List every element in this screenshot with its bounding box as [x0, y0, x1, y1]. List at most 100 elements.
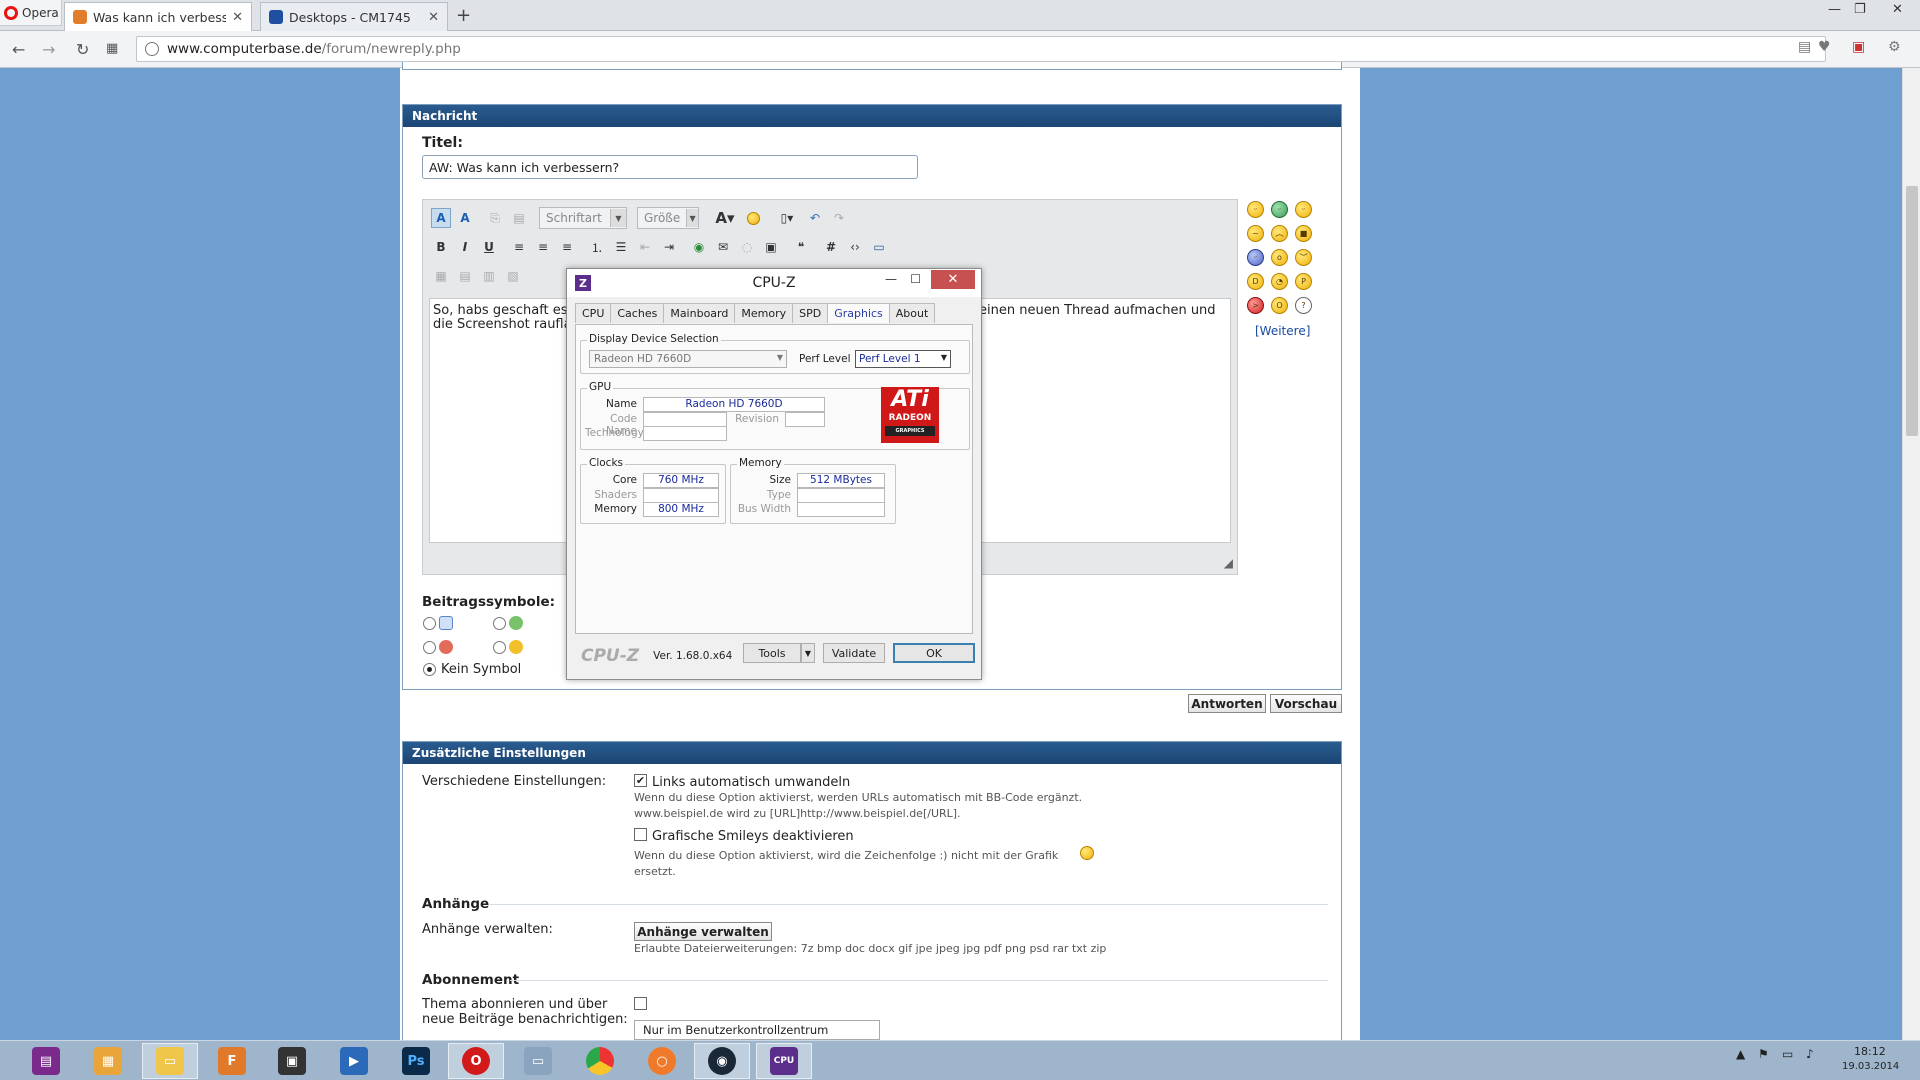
taskbar-chrome[interactable]: [572, 1043, 628, 1079]
surprised-icon[interactable]: O: [1271, 297, 1288, 314]
titel-input[interactable]: AW: Was kann ich verbessern?: [422, 155, 918, 179]
blue-smiley-icon[interactable]: ᵕ: [1247, 249, 1264, 266]
taskbar-cpuz[interactable]: CPU: [756, 1043, 812, 1079]
ordered-list-icon[interactable]: ⒈: [587, 237, 607, 257]
link-icon[interactable]: ◉: [689, 237, 709, 257]
tab-caches[interactable]: Caches: [610, 303, 665, 323]
help-smiley-icon[interactable]: ?: [1295, 297, 1312, 314]
extension-2-icon[interactable]: ⚙: [1888, 39, 1901, 55]
tab-about[interactable]: About: [888, 303, 936, 323]
unordered-list-icon[interactable]: ☰: [611, 237, 631, 257]
opera-menu-button[interactable]: Opera: [0, 0, 62, 26]
php-icon[interactable]: ▭: [869, 237, 889, 257]
table-props-icon[interactable]: ▧: [503, 266, 523, 286]
paste-options-icon[interactable]: ▯▾: [773, 208, 801, 228]
wink-icon[interactable]: ᵕ: [1295, 201, 1312, 218]
post-icon-option-4[interactable]: [493, 640, 523, 654]
tray-expand-icon[interactable]: ▲: [1736, 1047, 1745, 1061]
resize-grip-icon[interactable]: ◢: [1224, 556, 1233, 570]
taskbar-media-player[interactable]: ▶: [326, 1043, 382, 1079]
speed-dial-icon[interactable]: ▦: [106, 41, 118, 56]
hash-icon[interactable]: #: [821, 237, 841, 257]
close-tab-icon[interactable]: ✕: [428, 10, 439, 25]
tab-spd[interactable]: SPD: [792, 303, 829, 323]
taskbar-steam[interactable]: ◉: [694, 1043, 750, 1079]
quote-icon[interactable]: ❝: [791, 237, 811, 257]
smileys-checkbox[interactable]: [634, 828, 647, 841]
more-smilies-link[interactable]: [Weitere]: [1255, 324, 1310, 338]
restore-icon[interactable]: ❐: [1854, 2, 1866, 17]
clock-date[interactable]: 19.03.2014: [1842, 1061, 1899, 1072]
post-icon-option-2[interactable]: [493, 616, 523, 630]
close-tab-icon[interactable]: ✕: [232, 10, 243, 25]
outdent-icon[interactable]: ⇤: [635, 237, 655, 257]
tab-mainboard[interactable]: Mainboard: [663, 303, 736, 323]
manage-attachments-button[interactable]: Anhänge verwalten: [634, 922, 772, 941]
reply-button[interactable]: Antworten: [1188, 694, 1266, 713]
redo-icon[interactable]: ↷: [829, 208, 849, 228]
copy-icon[interactable]: ⎘: [485, 208, 505, 228]
image-icon[interactable]: ▣: [761, 237, 781, 257]
wysiwyg-mode-icon[interactable]: A: [431, 208, 451, 228]
radio-selected[interactable]: [423, 663, 436, 676]
font-family-combo[interactable]: Schriftart ▼: [539, 207, 627, 229]
taskbar-store[interactable]: ▦: [80, 1043, 136, 1079]
rolleyes-icon[interactable]: ◔: [1271, 273, 1288, 290]
tools-button[interactable]: Tools: [743, 643, 801, 663]
font-size-combo[interactable]: Größe ▼: [637, 207, 699, 229]
network-icon[interactable]: ▭: [1782, 1047, 1793, 1061]
reload-icon[interactable]: ↻: [76, 40, 89, 59]
post-icon-option-1[interactable]: [423, 616, 453, 630]
tools-dropdown-icon[interactable]: ▼: [801, 643, 815, 663]
clock-time[interactable]: 18:12: [1854, 1045, 1886, 1058]
links-checkbox[interactable]: ✔: [634, 774, 647, 787]
minimize-icon[interactable]: —: [1828, 2, 1841, 17]
post-icon-none[interactable]: Kein Symbol: [423, 662, 521, 677]
radio[interactable]: [493, 640, 506, 654]
angry-icon[interactable]: >: [1247, 297, 1264, 314]
taskbar-fl[interactable]: F: [204, 1043, 260, 1079]
laugh-icon[interactable]: D: [1247, 273, 1264, 290]
bookmark-heart-icon[interactable]: ♥: [1818, 39, 1831, 55]
tab-desktops-cm1745[interactable]: Desktops - CM1745 ✕: [260, 2, 448, 31]
tab-cpu[interactable]: CPU: [575, 303, 612, 323]
taskbar-winrar[interactable]: ▤: [18, 1043, 74, 1079]
radio[interactable]: [423, 616, 436, 630]
smiley-insert-icon[interactable]: [743, 208, 763, 228]
bold-icon[interactable]: B: [431, 237, 451, 257]
url-input[interactable]: www.computerbase.de/forum/newreply.php: [136, 36, 1826, 62]
radio[interactable]: [493, 616, 506, 630]
cool-icon[interactable]: ■: [1295, 225, 1312, 242]
scroll-thumb[interactable]: [1906, 186, 1918, 436]
paste-icon[interactable]: ▤: [509, 208, 529, 228]
extension-icon[interactable]: ▣: [1852, 39, 1865, 55]
radio[interactable]: [423, 640, 436, 654]
align-right-icon[interactable]: ≡: [557, 237, 577, 257]
tab-memory[interactable]: Memory: [734, 303, 794, 323]
ok-button[interactable]: OK: [893, 643, 975, 663]
table-icon[interactable]: ▦: [431, 266, 451, 286]
code-icon[interactable]: ‹›: [845, 237, 865, 257]
new-tab-button[interactable]: +: [456, 5, 471, 26]
taskbar-explorer[interactable]: ▭: [142, 1043, 198, 1079]
volume-icon[interactable]: ♪: [1806, 1047, 1814, 1061]
table-row-icon[interactable]: ▤: [455, 266, 475, 286]
align-left-icon[interactable]: ≡: [509, 237, 529, 257]
page-scrollbar[interactable]: [1902, 68, 1920, 1040]
taskbar-photoshop[interactable]: Ps: [388, 1043, 444, 1079]
preview-button[interactable]: Vorschau: [1270, 694, 1342, 713]
grin-icon[interactable]: ᵕ: [1271, 201, 1288, 218]
eek-icon[interactable]: o: [1271, 249, 1288, 266]
stash-icon[interactable]: ▤: [1798, 39, 1811, 55]
cpuz-maximize-icon[interactable]: ☐: [910, 272, 921, 286]
mad-icon[interactable]: ︶: [1295, 249, 1312, 266]
tab-graphics[interactable]: Graphics: [827, 303, 890, 323]
validate-button[interactable]: Validate: [823, 643, 885, 663]
taskbar-monitor[interactable]: ▣: [264, 1043, 320, 1079]
italic-icon[interactable]: I: [455, 237, 475, 257]
undo-icon[interactable]: ↶: [805, 208, 825, 228]
cpuz-close-button[interactable]: ✕: [931, 270, 975, 289]
forward-icon[interactable]: →: [42, 40, 55, 59]
smile-icon[interactable]: ᵕ: [1247, 201, 1264, 218]
flag-icon[interactable]: ⚑: [1758, 1047, 1769, 1061]
